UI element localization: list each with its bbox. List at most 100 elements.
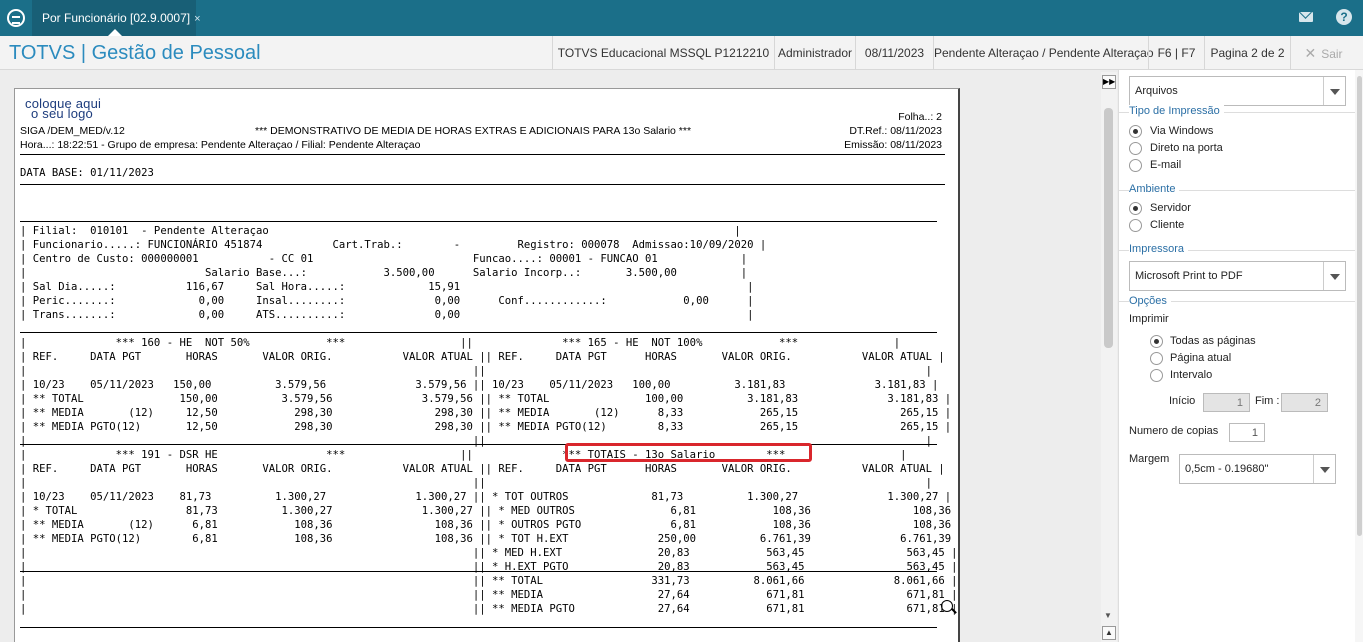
report-line: | Peric.......: 0,00 Insal........: 0,00… bbox=[20, 295, 754, 307]
email-label: E-mail bbox=[1150, 159, 1182, 171]
data-base: DATA BASE: 01/11/2023 bbox=[20, 167, 154, 179]
environment-info: TOTVS Educacional MSSQL P1212210 bbox=[552, 36, 774, 70]
fim-label: Fim : bbox=[1255, 395, 1280, 407]
report-line: | Funcionario.....: FUNCIONÁRIO 451874 C… bbox=[20, 239, 767, 251]
servidor-label: Servidor bbox=[1150, 202, 1191, 214]
user-info: Administrador bbox=[774, 36, 855, 70]
tipo-impressao-legend: Tipo de Impressão bbox=[1129, 105, 1224, 117]
report-title: *** DEMONSTRATIVO DE MEDIA DE HORAS EXTR… bbox=[255, 125, 692, 137]
direto-porta-label: Direto na porta bbox=[1150, 142, 1223, 154]
radio-servidor[interactable] bbox=[1129, 202, 1142, 215]
arquivos-value: Arquivos bbox=[1135, 85, 1178, 97]
print-options-panel: Arquivos Tipo de Impressão Via Windows D… bbox=[1118, 70, 1363, 642]
todas-paginas-label: Todas as páginas bbox=[1170, 335, 1256, 347]
report-line: | Trans.......: 0,00 ATS..........: 0,00… bbox=[20, 309, 754, 321]
report-line: | || ** TOTAL 331,73 8.061,66 8.061,66 | bbox=[20, 575, 958, 587]
report-line: | 10/23 05/11/2023 150,00 3.579,56 3.579… bbox=[20, 379, 939, 391]
opcoes-group: Opções Imprimir Todas as páginas Página … bbox=[1119, 295, 1359, 486]
separator bbox=[20, 627, 937, 628]
scroll-down-icon[interactable]: ▼ bbox=[1104, 611, 1112, 620]
report-line: | Sal Dia.....: 116,67 Sal Hora.....: 15… bbox=[20, 281, 754, 293]
close-icon: ✕ bbox=[1304, 45, 1317, 61]
radio-direto-porta[interactable] bbox=[1129, 142, 1142, 155]
ambiente-group: Ambiente Servidor Cliente bbox=[1119, 183, 1359, 248]
chevron-down-icon bbox=[1323, 77, 1345, 105]
radio-todas-paginas[interactable] bbox=[1150, 335, 1163, 348]
arquivos-select[interactable]: Arquivos bbox=[1129, 76, 1346, 106]
report-hora: Hora...: 18:22:51 - Grupo de empresa: Pe… bbox=[20, 139, 421, 151]
margem-select[interactable]: 0,5cm - 0.19680" bbox=[1179, 454, 1336, 484]
via-windows-label: Via Windows bbox=[1150, 125, 1214, 137]
separator bbox=[20, 184, 945, 185]
date-info: 08/11/2023 bbox=[855, 36, 933, 70]
report-line: | || ** MEDIA PGTO 27,64 671,81 671,81 | bbox=[20, 603, 958, 615]
shortcut-keys[interactable]: F6 | F7 bbox=[1148, 36, 1204, 70]
report-emissao: Emissão: 08/11/2023 bbox=[844, 139, 942, 151]
separator bbox=[20, 332, 937, 333]
totvs-logo-icon[interactable] bbox=[7, 9, 25, 27]
program-version: SIGA /DEM_MED/v.12 bbox=[20, 125, 125, 137]
page-indicator: Pagina 2 de 2 bbox=[1204, 36, 1290, 70]
imprimir-label: Imprimir bbox=[1129, 313, 1169, 325]
report-line: | || | bbox=[20, 365, 933, 377]
app-brand: TOTVS | Gestão de Pessoal bbox=[9, 42, 261, 64]
margem-value: 0,5cm - 0.19680" bbox=[1185, 463, 1269, 475]
dt-ref: DT.Ref.: 08/11/2023 bbox=[849, 125, 942, 137]
report-line: | 10/23 05/11/2023 81,73 1.300,27 1.300,… bbox=[20, 491, 952, 503]
chevron-down-icon bbox=[1323, 262, 1345, 290]
radio-intervalo[interactable] bbox=[1150, 369, 1163, 382]
radio-cliente[interactable] bbox=[1129, 219, 1142, 232]
inicio-label: Início bbox=[1169, 395, 1196, 407]
report-line: | Filial: 010101 - Pendente Alteraçao | bbox=[20, 225, 741, 237]
active-tab-caret bbox=[108, 29, 122, 36]
report-line: | *** 160 - HE NOT 50% *** || *** 165 - … bbox=[20, 337, 901, 349]
copias-input[interactable]: 1 bbox=[1229, 423, 1265, 442]
radio-pagina-atual[interactable] bbox=[1150, 352, 1163, 365]
report-line: | ** TOTAL 150,00 3.579,56 3.579,56 || *… bbox=[20, 393, 952, 405]
report-preview-area: coloque aqui o seu logo Folha..: 2 SIGA … bbox=[0, 70, 1118, 642]
report-line: | ** MEDIA (12) 12,50 298,30 298,30 || *… bbox=[20, 407, 952, 419]
cliente-label: Cliente bbox=[1150, 219, 1185, 231]
impressora-select[interactable]: Microsoft Print to PDF bbox=[1129, 261, 1346, 291]
close-tab-icon[interactable]: × bbox=[194, 13, 200, 25]
report-line: | REF. DATA PGT HORAS VALOR ORIG. VALOR … bbox=[20, 463, 945, 475]
report-line: | || * MED H.EXT 20,83 563,45 563,45 | bbox=[20, 547, 958, 559]
tipo-impressao-group: Tipo de Impressão Via Windows Direto na … bbox=[1119, 105, 1359, 187]
intervalo-label: Intervalo bbox=[1170, 369, 1213, 381]
zoom-icon[interactable] bbox=[941, 600, 953, 612]
copias-label: Numero de copias bbox=[1129, 425, 1219, 437]
report-line: | || | bbox=[20, 477, 933, 489]
mail-icon[interactable] bbox=[1299, 12, 1313, 22]
report-line: | ** MEDIA PGTO(12) 12,50 298,30 298,30 … bbox=[20, 421, 952, 433]
report-line: | Salario Base...: 3.500,00 Salario Inco… bbox=[20, 267, 748, 279]
report-logo: coloque aqui o seu logo bbox=[25, 97, 101, 120]
inicio-input[interactable]: 1 bbox=[1203, 393, 1250, 412]
exit-label: Sair bbox=[1321, 47, 1343, 61]
report-line: | ** MEDIA PGTO(12) 6,81 108,36 108,36 |… bbox=[20, 533, 960, 545]
separator bbox=[20, 571, 937, 572]
ambiente-legend: Ambiente bbox=[1129, 183, 1180, 195]
separator bbox=[20, 154, 945, 155]
title-bar: Por Funcionário [02.9.0007] × ? bbox=[0, 0, 1363, 36]
header-bar: TOTVS | Gestão de Pessoal TOTVS Educacio… bbox=[0, 36, 1363, 70]
preview-scroll-thumb[interactable] bbox=[1104, 108, 1113, 348]
radio-email[interactable] bbox=[1129, 159, 1142, 172]
impressora-value: Microsoft Print to PDF bbox=[1135, 270, 1243, 282]
separator bbox=[20, 221, 937, 222]
panel-scroll-thumb[interactable] bbox=[1357, 76, 1362, 536]
fim-input[interactable]: 2 bbox=[1281, 393, 1328, 412]
help-icon[interactable]: ? bbox=[1336, 9, 1352, 25]
tab-label: Por Funcionário [02.9.0007] bbox=[42, 11, 191, 25]
report-line: | Centro de Custo: 000000001 - CC 01 Fun… bbox=[20, 253, 748, 265]
folha-label: Folha..: 2 bbox=[898, 111, 942, 123]
radio-via-windows[interactable] bbox=[1129, 125, 1142, 138]
next-page-button[interactable]: ▶▶ bbox=[1102, 75, 1116, 89]
last-page-button[interactable]: ▲ bbox=[1102, 626, 1116, 640]
report-line: | || ** MEDIA 27,64 671,81 671,81 | bbox=[20, 589, 958, 601]
highlight-totais-box bbox=[565, 443, 812, 462]
exit-button[interactable]: ✕ Sair bbox=[1290, 36, 1356, 70]
report-line: | REF. DATA PGT HORAS VALOR ORIG. VALOR … bbox=[20, 351, 945, 363]
company-info: Pendente Alteraçao / Pendente Alteraçao bbox=[933, 36, 1154, 70]
pagina-atual-label: Página atual bbox=[1170, 352, 1232, 364]
report-line: | * TOTAL 81,73 1.300,27 1.300,27 || * M… bbox=[20, 505, 960, 517]
